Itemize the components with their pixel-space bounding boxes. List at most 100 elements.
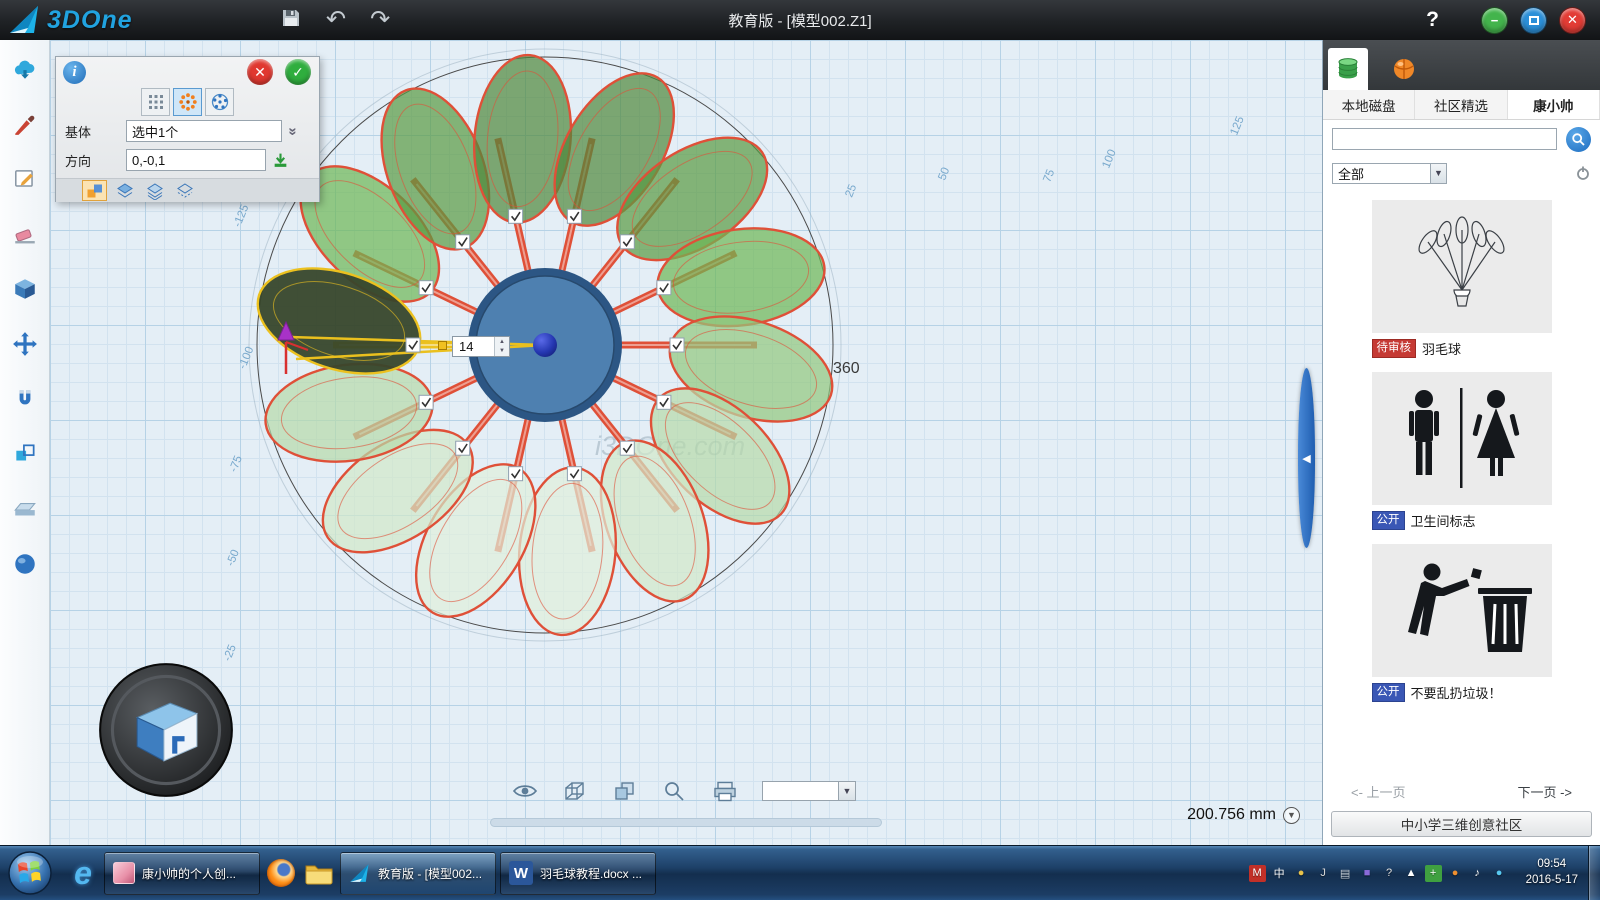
tray-dot-yellow-icon[interactable]: ● bbox=[1293, 865, 1310, 882]
model-thumbnail[interactable] bbox=[1372, 372, 1552, 505]
sphere-pattern-button[interactable] bbox=[205, 88, 234, 116]
tray-dot-orange-icon[interactable]: ● bbox=[1447, 865, 1464, 882]
base-input[interactable]: 选中1个 bbox=[126, 120, 282, 142]
feather-checkbox[interactable] bbox=[657, 395, 671, 409]
redo-button[interactable]: ↷ bbox=[370, 8, 390, 32]
cloud-tool-button[interactable] bbox=[7, 52, 43, 86]
scale-expand-icon[interactable]: ▼ bbox=[1283, 807, 1300, 824]
feather-checkbox[interactable] bbox=[670, 338, 684, 352]
model-thumbnail[interactable] bbox=[1372, 544, 1552, 677]
pattern-option-3[interactable] bbox=[142, 180, 167, 201]
taskbar-clock[interactable]: 09:54 2016-5-17 bbox=[1516, 857, 1588, 888]
feather-checkbox[interactable] bbox=[456, 235, 470, 249]
section-tool-button[interactable] bbox=[7, 492, 43, 526]
feather-checkbox[interactable] bbox=[419, 395, 433, 409]
feather-checkbox[interactable] bbox=[620, 441, 634, 455]
close-button[interactable]: ✕ bbox=[1559, 7, 1586, 34]
move-tool-button[interactable] bbox=[7, 327, 43, 361]
wireframe-view-button[interactable] bbox=[562, 780, 588, 802]
pattern-option-4[interactable] bbox=[172, 180, 197, 201]
library-tab[interactable] bbox=[1328, 48, 1368, 90]
tray-network-icon[interactable]: ● bbox=[1491, 865, 1508, 882]
tray-purple-icon[interactable]: ■ bbox=[1359, 865, 1376, 882]
sketch-tool-button[interactable] bbox=[7, 162, 43, 196]
combine-tool-button[interactable] bbox=[7, 437, 43, 471]
model-thumbnail[interactable] bbox=[1372, 200, 1552, 333]
prev-page-button[interactable]: <- 上一页 bbox=[1351, 782, 1406, 801]
tab-local-disk[interactable]: 本地磁盘 bbox=[1323, 90, 1415, 119]
tab-user[interactable]: 康小帅 bbox=[1508, 90, 1600, 119]
feather-checkbox[interactable] bbox=[509, 467, 523, 481]
help-button[interactable]: ? bbox=[1426, 8, 1439, 32]
search-input[interactable] bbox=[1332, 128, 1557, 150]
magnet-tool-button[interactable] bbox=[7, 382, 43, 416]
print-button[interactable] bbox=[712, 780, 738, 802]
minimize-button[interactable]: − bbox=[1481, 7, 1508, 34]
view-preset-dropdown[interactable]: ▼ bbox=[762, 781, 856, 801]
taskbar-firefox-button[interactable] bbox=[262, 852, 300, 894]
taskbar-explorer-button[interactable] bbox=[300, 852, 338, 894]
spinner-up-icon[interactable]: ▲ bbox=[495, 337, 509, 347]
tray-m-icon[interactable]: M bbox=[1249, 865, 1266, 882]
refresh-button[interactable] bbox=[1575, 165, 1591, 181]
circular-pattern-button[interactable] bbox=[173, 88, 202, 116]
linear-pattern-button[interactable] bbox=[141, 88, 170, 116]
modeling-viewport[interactable]: -125 -100 -75 -50 -25 25 50 75 100 125 i… bbox=[50, 40, 1322, 845]
feather-checkbox[interactable] bbox=[406, 338, 420, 352]
model-card[interactable]: 公开 不要乱扔垃圾！ bbox=[1372, 544, 1552, 702]
direction-picker-icon[interactable] bbox=[272, 152, 289, 169]
sphere-tool-button[interactable] bbox=[7, 547, 43, 581]
eraser-tool-button[interactable] bbox=[7, 217, 43, 251]
tray-shield-icon[interactable]: + bbox=[1425, 865, 1442, 882]
taskbar-button-3done[interactable]: 教育版 - [模型002... bbox=[340, 852, 496, 895]
horizontal-scrollbar[interactable] bbox=[490, 818, 882, 827]
pattern-option-1[interactable] bbox=[82, 180, 107, 201]
feather-checkbox[interactable] bbox=[567, 467, 581, 481]
pattern-option-2[interactable] bbox=[112, 180, 137, 201]
center-sphere[interactable] bbox=[533, 333, 557, 357]
start-button[interactable] bbox=[6, 849, 54, 897]
tab-community-featured[interactable]: 社区精选 bbox=[1415, 90, 1507, 119]
panel-collapse-handle[interactable]: ◀ bbox=[1298, 368, 1315, 548]
view-cube[interactable] bbox=[96, 660, 236, 800]
confirm-button[interactable]: ✓ bbox=[285, 59, 311, 85]
tray-keyboard-icon[interactable]: ▤ bbox=[1337, 865, 1354, 882]
taskbar-button-word[interactable]: W 羽毛球教程.docx ... bbox=[500, 852, 656, 895]
dropdown-arrow-icon[interactable]: ▼ bbox=[1430, 164, 1446, 183]
feather-checkbox[interactable] bbox=[419, 281, 433, 295]
category-dropdown[interactable]: 全部 ▼ bbox=[1332, 163, 1447, 184]
search-button[interactable] bbox=[1566, 127, 1591, 152]
zoom-button[interactable] bbox=[662, 780, 688, 802]
tray-j-icon[interactable]: J bbox=[1315, 865, 1332, 882]
brush-tool-button[interactable] bbox=[7, 107, 43, 141]
pattern-count-input[interactable]: 14 ▲▼ bbox=[452, 336, 510, 357]
materials-tab[interactable] bbox=[1384, 48, 1424, 90]
tray-help-icon[interactable]: ? bbox=[1381, 865, 1398, 882]
model-card[interactable]: 公开 卫生间标志 bbox=[1372, 372, 1552, 530]
restore-button[interactable] bbox=[1520, 7, 1547, 34]
dropdown-arrow-icon[interactable]: ▼ bbox=[838, 782, 855, 800]
taskbar-button-browser[interactable]: 康小帅的个人创... bbox=[104, 852, 260, 895]
show-desktop-button[interactable] bbox=[1588, 846, 1600, 900]
community-link-button[interactable]: 中小学三维创意社区 bbox=[1331, 811, 1592, 837]
feather-checkbox[interactable] bbox=[620, 235, 634, 249]
taskbar-ie-button[interactable]: e bbox=[64, 852, 102, 894]
cancel-button[interactable]: ✕ bbox=[247, 59, 273, 85]
feather-checkbox[interactable] bbox=[456, 441, 470, 455]
tray-expand-icon[interactable]: ▲ bbox=[1403, 865, 1420, 882]
info-icon[interactable]: i bbox=[63, 61, 86, 84]
visibility-button[interactable] bbox=[512, 780, 538, 802]
shaded-view-button[interactable] bbox=[612, 780, 638, 802]
save-button[interactable] bbox=[280, 7, 302, 34]
undo-button[interactable]: ↶ bbox=[326, 8, 346, 32]
tray-lang-icon[interactable]: 中 bbox=[1271, 865, 1288, 882]
spinner-down-icon[interactable]: ▼ bbox=[495, 347, 509, 357]
next-page-button[interactable]: 下一页 -> bbox=[1517, 782, 1572, 801]
feather-checkbox[interactable] bbox=[657, 281, 671, 295]
tray-volume-icon[interactable]: ♪ bbox=[1469, 865, 1486, 882]
feather-checkbox[interactable] bbox=[567, 209, 581, 223]
pattern-drag-handle[interactable] bbox=[438, 341, 447, 350]
direction-input[interactable]: 0,-0,1 bbox=[126, 149, 266, 171]
cube-tool-button[interactable] bbox=[7, 272, 43, 306]
model-card[interactable]: 待审核 羽毛球 bbox=[1372, 200, 1552, 358]
